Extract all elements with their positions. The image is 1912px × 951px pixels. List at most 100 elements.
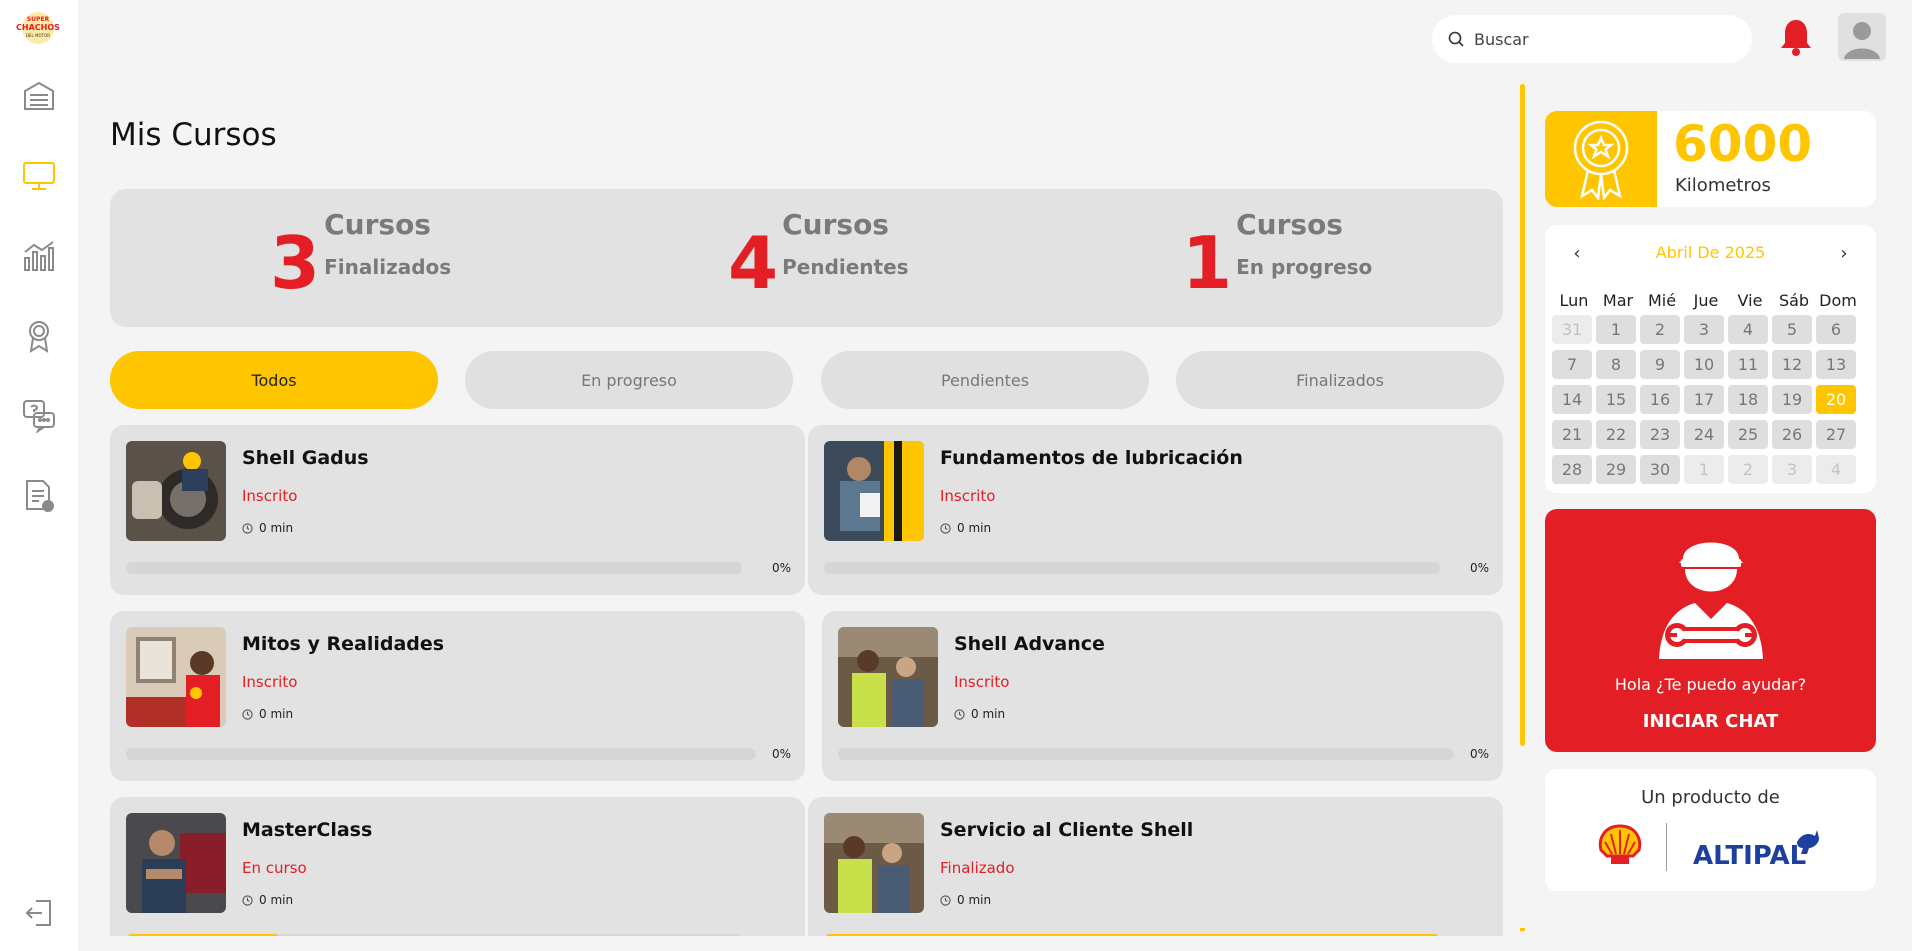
- course-status: En curso: [242, 859, 307, 877]
- course-thumbnail: [824, 813, 924, 913]
- user-avatar[interactable]: [1838, 13, 1886, 61]
- clock-icon: [940, 894, 951, 906]
- calendar-day[interactable]: 2: [1728, 455, 1768, 484]
- help-greeting: Hola ¿Te puedo ayudar?: [1614, 675, 1807, 694]
- calendar-day[interactable]: 13: [1816, 350, 1856, 379]
- search-input[interactable]: [1474, 29, 1734, 49]
- calendar-day[interactable]: 12: [1772, 350, 1812, 379]
- calendar-day[interactable]: 8: [1596, 350, 1636, 379]
- calendar-day[interactable]: 15: [1596, 385, 1636, 414]
- award-icon: [29, 321, 49, 353]
- svg-text:CHACHOS: CHACHOS: [16, 23, 60, 32]
- progress-percent: 0%: [1469, 561, 1489, 575]
- course-progress-bar: [126, 748, 756, 760]
- notifications-button[interactable]: [1778, 17, 1814, 57]
- calendar-day-today[interactable]: 20: [1816, 385, 1856, 414]
- calendar-day[interactable]: 1: [1596, 315, 1636, 344]
- calendar-day[interactable]: 18: [1728, 385, 1768, 414]
- calendar-day[interactable]: 28: [1552, 455, 1592, 484]
- brand-logo[interactable]: SUPER CHACHOS DEL MOTOR: [16, 10, 60, 46]
- duration-value: 0 min: [259, 521, 294, 535]
- calendar-day[interactable]: 10: [1684, 350, 1724, 379]
- calendar-day[interactable]: 31: [1552, 315, 1592, 344]
- rosette-icon: [1545, 111, 1657, 207]
- course-duration: 0 min: [242, 893, 293, 907]
- chat-help-card[interactable]: Hola ¿Te puedo ayudar? INICIAR CHAT: [1545, 509, 1876, 752]
- calendar-day[interactable]: 24: [1684, 420, 1724, 449]
- stat-label: Cursos: [782, 208, 889, 241]
- course-thumbnail: [824, 441, 924, 541]
- calendar-day[interactable]: 1: [1684, 455, 1724, 484]
- course-card[interactable]: Mitos y Realidades Inscrito 0 min 0%: [110, 611, 805, 781]
- partners-card: Un producto de ALTIPAL: [1545, 769, 1876, 891]
- calendar-day[interactable]: 29: [1596, 455, 1636, 484]
- calendar-day[interactable]: 30: [1640, 455, 1680, 484]
- course-card[interactable]: Shell Gadus Inscrito 0 min 0%: [110, 425, 805, 595]
- start-chat-button[interactable]: INICIAR CHAT: [1545, 711, 1876, 732]
- sidebar-item-documents[interactable]: [19, 476, 59, 516]
- tab-finished[interactable]: Finalizados: [1176, 351, 1504, 409]
- sidebar-item-garage[interactable]: [19, 76, 59, 116]
- course-thumbnail: [126, 441, 226, 541]
- calendar-day[interactable]: 3: [1772, 455, 1812, 484]
- calendar-day[interactable]: 14: [1552, 385, 1592, 414]
- search-bar[interactable]: [1432, 15, 1752, 63]
- course-thumbnail: [838, 627, 938, 727]
- tab-in-progress[interactable]: En progreso: [465, 351, 793, 409]
- calendar-day[interactable]: 4: [1728, 315, 1768, 344]
- calendar-day[interactable]: 3: [1684, 315, 1724, 344]
- calendar-grid: 31 1 2 3 4 5 6 7 8 9 10 11 12 13 14 15 16 17 18 19 20 21 22 23 2…: [1552, 315, 1872, 484]
- logout-icon: [25, 900, 51, 926]
- course-filter-tabs: Todos En progreso Pendientes Finalizados: [110, 351, 1504, 409]
- calendar-day[interactable]: 22: [1596, 420, 1636, 449]
- calendar-day[interactable]: 5: [1772, 315, 1812, 344]
- sidebar-item-stats[interactable]: [19, 236, 59, 276]
- svg-text:SUPER: SUPER: [27, 16, 50, 23]
- tab-pending[interactable]: Pendientes: [821, 351, 1149, 409]
- course-duration: 0 min: [242, 707, 293, 721]
- calendar-day[interactable]: 19: [1772, 385, 1812, 414]
- calendar-day[interactable]: 27: [1816, 420, 1856, 449]
- course-status: Inscrito: [940, 487, 996, 505]
- stat-value: 1: [1182, 221, 1232, 305]
- tab-all[interactable]: Todos: [110, 351, 438, 409]
- weekday-label: Mié: [1647, 291, 1677, 310]
- calendar-day[interactable]: 7: [1552, 350, 1592, 379]
- course-card[interactable]: Fundamentos de lubricación Inscrito 0 mi…: [808, 425, 1503, 595]
- calendar-day[interactable]: 2: [1640, 315, 1680, 344]
- sidebar: SUPER CHACHOS DEL MOTOR: [0, 0, 78, 951]
- calendar-day[interactable]: 9: [1640, 350, 1680, 379]
- calendar-day[interactable]: 11: [1728, 350, 1768, 379]
- course-card[interactable]: MasterClass En curso 0 min: [110, 797, 805, 936]
- progress-percent: 0%: [771, 747, 791, 761]
- progress-percent: 0%: [1469, 747, 1489, 761]
- calendar-day[interactable]: 6: [1816, 315, 1856, 344]
- duration-value: 0 min: [957, 521, 992, 535]
- duration-value: 0 min: [957, 893, 992, 907]
- course-title: MasterClass: [242, 819, 373, 841]
- course-title: Fundamentos de lubricación: [940, 447, 1243, 469]
- weekday-label: Mar: [1602, 291, 1634, 310]
- course-duration: 0 min: [242, 521, 293, 535]
- document-icon: [26, 480, 54, 512]
- scrollbar[interactable]: [1520, 84, 1525, 746]
- calendar-day[interactable]: 17: [1684, 385, 1724, 414]
- calendar-day[interactable]: 23: [1640, 420, 1680, 449]
- sidebar-item-help[interactable]: [19, 396, 59, 436]
- calendar-day[interactable]: 21: [1552, 420, 1592, 449]
- calendar-day[interactable]: 4: [1816, 455, 1856, 484]
- logout-button[interactable]: [19, 893, 59, 933]
- sidebar-item-courses[interactable]: [19, 156, 59, 196]
- calendar-day[interactable]: 16: [1640, 385, 1680, 414]
- stat-sub: Finalizados: [324, 255, 452, 279]
- sidebar-item-awards[interactable]: [19, 316, 59, 356]
- course-card[interactable]: Shell Advance Inscrito 0 min 0%: [822, 611, 1503, 781]
- course-card[interactable]: Servicio al Cliente Shell Finalizado 0 m…: [808, 797, 1503, 936]
- calendar-next-button[interactable]: ›: [1832, 241, 1856, 265]
- calendar-header: ‹ Abril De 2025 ›: [1545, 241, 1876, 265]
- shell-logo: [1598, 824, 1642, 864]
- calendar-day[interactable]: 26: [1772, 420, 1812, 449]
- calendar-day[interactable]: 25: [1728, 420, 1768, 449]
- course-title: Mitos y Realidades: [242, 633, 445, 655]
- mechanic-icon: [1659, 542, 1763, 659]
